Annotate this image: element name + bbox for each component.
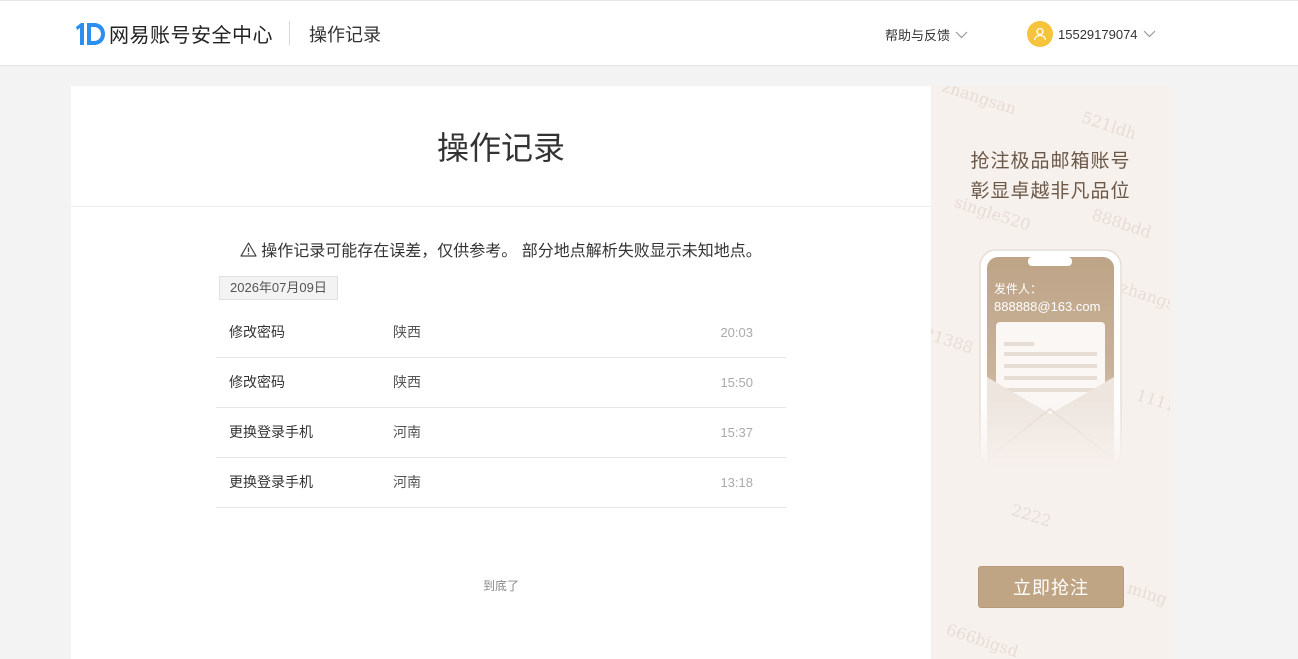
record-operation: 更换登录手机	[229, 474, 313, 490]
top-header: 网易账号安全中心 操作记录 帮助与反馈 15529179074	[0, 0, 1298, 66]
record-row: 更换登录手机 河南 13:18	[216, 458, 786, 508]
record-row: 修改密码 陕西 15:50	[216, 358, 786, 408]
header-divider	[289, 21, 290, 45]
date-group-label: 2026年07月09日	[219, 276, 338, 300]
record-location: 河南	[393, 424, 421, 440]
user-menu[interactable]: 15529179074	[1027, 21, 1156, 47]
help-feedback-label: 帮助与反馈	[885, 28, 951, 43]
card-header: 操作记录	[71, 86, 931, 207]
brand-name: 网易账号安全中心	[109, 25, 273, 47]
record-time: 13:18	[720, 475, 753, 490]
record-operation: 修改密码	[229, 324, 285, 340]
register-now-button[interactable]: 立即抢注	[978, 566, 1124, 608]
ad-watermark: zhangs	[1117, 277, 1170, 314]
premium-email-ad[interactable]: zhangsan 521ldh single520 888bdd 21388 z…	[931, 86, 1170, 659]
notice-text: 操作记录可能存在误差，仅供参考。 部分地点解析失败显示未知地点。	[261, 243, 762, 260]
ad-watermark: 888bdd	[1089, 204, 1154, 243]
ad-watermark: 21388	[931, 323, 976, 358]
record-location: 陕西	[393, 324, 421, 340]
record-operation: 更换登录手机	[229, 424, 313, 440]
ad-watermark: zhangsan	[939, 86, 1019, 119]
help-feedback-menu[interactable]: 帮助与反馈	[885, 25, 968, 44]
ad-watermark: 521ldh	[1079, 107, 1139, 144]
ad-headline: 抢注极品邮箱账号 彰显卓越非凡品位	[931, 146, 1170, 206]
chevron-down-icon	[955, 31, 968, 38]
ad-watermark: 666bigsd	[943, 619, 1021, 659]
header-page-title: 操作记录	[309, 25, 381, 45]
username: 15529179074	[1058, 26, 1138, 42]
record-time: 15:50	[720, 375, 753, 390]
record-location: 河南	[393, 474, 421, 490]
record-time: 20:03	[720, 325, 753, 340]
record-row: 修改密码 陕西 20:03	[216, 308, 786, 358]
record-operation: 修改密码	[229, 374, 285, 390]
end-of-list-text: 到底了	[482, 579, 519, 593]
brand-logo[interactable]: 网易账号安全中心	[75, 19, 273, 48]
ad-sender: 发件人： 888888@163.com	[994, 280, 1100, 316]
ad-sender-label: 发件人：	[994, 282, 1043, 296]
operation-records-card: 操作记录 操作记录可能存在误差，仅供参考。 部分地点解析失败显示未知地点。 20…	[71, 86, 931, 659]
user-avatar	[1027, 21, 1053, 47]
record-time: 15:37	[720, 425, 753, 440]
page-title: 操作记录	[436, 130, 565, 166]
ad-watermark: ming	[1125, 578, 1170, 609]
user-icon	[1033, 27, 1047, 41]
ad-watermark: 1111	[1134, 385, 1170, 416]
netease-id-logo-icon	[76, 22, 105, 45]
ad-watermark: 2222	[1009, 500, 1054, 531]
ad-headline-line1: 抢注极品邮箱账号	[970, 150, 1131, 172]
accuracy-notice: 操作记录可能存在误差，仅供参考。 部分地点解析失败显示未知地点。	[71, 237, 931, 261]
warning-icon	[240, 241, 257, 257]
ad-sender-email: 888888@163.com	[994, 299, 1101, 314]
record-location: 陕西	[393, 374, 421, 390]
ad-headline-line2: 彰显卓越非凡品位	[970, 180, 1131, 202]
record-row: 更换登录手机 河南 15:37	[216, 408, 786, 458]
records-list: 修改密码 陕西 20:03 修改密码 陕西 15:50 更换登录手机 河南 15…	[216, 308, 786, 508]
chevron-down-icon	[1143, 30, 1155, 38]
